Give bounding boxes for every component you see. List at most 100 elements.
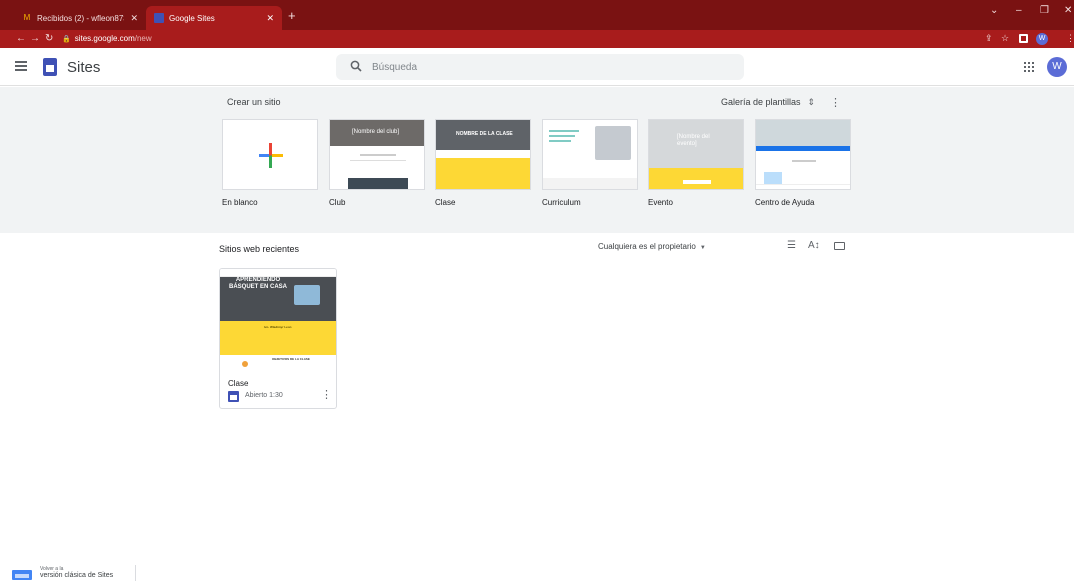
- thumb-yellow-band: [649, 168, 743, 189]
- unfold-icon: ⇕: [807, 97, 816, 107]
- tab-google-sites[interactable]: Google Sites ✕: [146, 6, 282, 30]
- minimize-icon[interactable]: –: [1016, 5, 1022, 16]
- plus-icon-vertical: [269, 143, 272, 168]
- template-label: Club: [329, 198, 346, 207]
- thumb-tile: [764, 172, 782, 184]
- close-icon[interactable]: ✕: [266, 13, 274, 24]
- thumb-line: [549, 130, 579, 132]
- thumb-hero: [756, 120, 850, 146]
- back-icon[interactable]: ←: [16, 33, 26, 45]
- thumb-line: [350, 160, 406, 161]
- restore-icon[interactable]: ❐: [1040, 5, 1049, 16]
- address-bar: ← → ↻ 🔒 sites.google.com/new ⇪ ☆ W ⋮: [0, 30, 1074, 48]
- dropdown-caret-icon: ▼: [699, 245, 706, 251]
- template-thumbnail[interactable]: [Nombre del club]: [329, 119, 425, 190]
- template-card-club[interactable]: [Nombre del club] Club: [329, 119, 425, 207]
- site-name[interactable]: Clase: [228, 379, 248, 388]
- apps-grid-icon[interactable]: [1024, 62, 1034, 72]
- template-card-clase[interactable]: NOMBRE DE LA CLASE Clase: [435, 119, 531, 207]
- app-title[interactable]: Sites: [67, 59, 100, 76]
- classic-sites-icon: [12, 570, 32, 580]
- thumb-blue-band: [756, 146, 850, 151]
- thumb-hoop-image: [294, 285, 320, 305]
- browser-tab-strip: M Recibidos (2) - wfleon873@gmai ✕ Googl…: [0, 0, 1074, 30]
- template-thumbnail[interactable]: [Nombre del evento]: [648, 119, 744, 190]
- template-thumbnail[interactable]: [755, 119, 851, 190]
- site-thumbnail[interactable]: APRENDIENDO BÁSQUET EN CASA Ivo. Wladimy…: [220, 269, 336, 369]
- template-card-blank[interactable]: En blanco: [222, 119, 318, 207]
- site-card[interactable]: APRENDIENDO BÁSQUET EN CASA Ivo. Wladimy…: [219, 268, 337, 409]
- close-window-icon[interactable]: ✕: [1064, 5, 1072, 16]
- template-label: En blanco: [222, 198, 258, 207]
- thumb-button: [683, 180, 711, 184]
- extension-icon[interactable]: [1019, 34, 1028, 43]
- search-icon[interactable]: [350, 60, 362, 72]
- template-card-curriculum[interactable]: Curriculum: [542, 119, 638, 207]
- template-card-centro-de-ayuda[interactable]: Centro de Ayuda: [755, 119, 851, 207]
- menu-icon[interactable]: [15, 61, 27, 71]
- recent-sites-title: Sitios web recientes: [219, 244, 300, 254]
- thumb-divider: [756, 184, 850, 185]
- thumb-title: NOMBRE DE LA CLASE: [456, 131, 513, 137]
- tab-gmail[interactable]: M Recibidos (2) - wfleon873@gmai ✕: [14, 6, 146, 30]
- thumb-title: APRENDIENDO BÁSQUET EN CASA: [228, 277, 287, 290]
- profile-avatar[interactable]: W: [1036, 33, 1048, 45]
- owner-filter-label: Cualquiera es el propietario: [598, 242, 696, 251]
- template-label: Clase: [435, 198, 456, 207]
- template-gallery: Crear un sitio Galería de plantillas ⇕ ⋮ …: [0, 87, 1074, 233]
- sort-az-icon[interactable]: A↕: [808, 240, 820, 251]
- lock-icon: 🔒: [62, 36, 71, 43]
- folder-icon[interactable]: [834, 242, 845, 250]
- list-view-icon[interactable]: ☰: [787, 240, 796, 251]
- thumb-title: [Nombre del evento]: [677, 134, 710, 147]
- thumb-section: OBJETIVOS DE LA CLASE: [272, 357, 310, 361]
- thumb-nav: [220, 269, 336, 277]
- thumb-photo: [348, 178, 408, 189]
- forward-icon[interactable]: →: [30, 33, 40, 45]
- url-field[interactable]: 🔒 sites.google.com/new: [62, 34, 152, 43]
- more-vert-icon[interactable]: ⋮: [321, 388, 332, 401]
- thumb-ball: [242, 361, 248, 367]
- reload-icon[interactable]: ↻: [45, 33, 53, 45]
- sites-icon: [228, 391, 239, 402]
- classic-line-2: versión clásica de Sites: [40, 572, 114, 579]
- url-host: sites.google.com: [74, 34, 135, 43]
- search-input[interactable]: [372, 54, 732, 80]
- site-opened-time: Abierto 1:30: [245, 392, 283, 399]
- thumb-photo: [595, 126, 631, 160]
- template-thumbnail[interactable]: [222, 119, 318, 190]
- classic-sites-link[interactable]: Volver a la versión clásica de Sites: [12, 565, 136, 581]
- app-header: Sites W: [0, 48, 1074, 86]
- thumb-subtitle: Ivo. Wladimyr Leon: [264, 325, 292, 329]
- owner-filter-dropdown[interactable]: Cualquiera es el propietario ▼: [598, 242, 706, 251]
- chevron-down-icon[interactable]: ⌄: [990, 5, 998, 16]
- gallery-title: Crear un sitio: [227, 97, 281, 107]
- gallery-toggle-label: Galería de plantillas: [721, 97, 801, 107]
- sites-logo-icon[interactable]: [43, 58, 57, 76]
- template-thumbnail[interactable]: [542, 119, 638, 190]
- template-card-evento[interactable]: [Nombre del evento] Evento: [648, 119, 744, 207]
- user-avatar[interactable]: W: [1047, 57, 1067, 77]
- more-vert-icon[interactable]: ⋮: [830, 96, 841, 109]
- template-label: Evento: [648, 198, 673, 207]
- share-icon[interactable]: ⇪: [985, 33, 993, 44]
- thumb-line: [792, 160, 816, 162]
- new-tab-icon[interactable]: +: [288, 8, 296, 23]
- tab-title: Google Sites: [169, 13, 215, 23]
- thumb-line: [549, 135, 575, 137]
- more-vert-icon[interactable]: ⋮: [1066, 33, 1074, 44]
- bookmark-star-icon[interactable]: ☆: [1001, 33, 1009, 44]
- thumb-line: [360, 154, 396, 156]
- thumb-line: [549, 140, 571, 142]
- close-icon[interactable]: ✕: [130, 13, 138, 24]
- thumb-title: [Nombre del club]: [352, 129, 400, 135]
- template-thumbnail[interactable]: NOMBRE DE LA CLASE: [435, 119, 531, 190]
- search-box[interactable]: [336, 54, 744, 80]
- gmail-icon: M: [23, 13, 31, 22]
- thumb-footer: [543, 178, 637, 189]
- template-gallery-toggle[interactable]: Galería de plantillas ⇕: [721, 97, 815, 108]
- tab-title: Recibidos (2) - wfleon873@gmai: [37, 13, 124, 23]
- template-label: Curriculum: [542, 198, 581, 207]
- url-path: /new: [134, 34, 152, 43]
- template-label: Centro de Ayuda: [755, 198, 815, 207]
